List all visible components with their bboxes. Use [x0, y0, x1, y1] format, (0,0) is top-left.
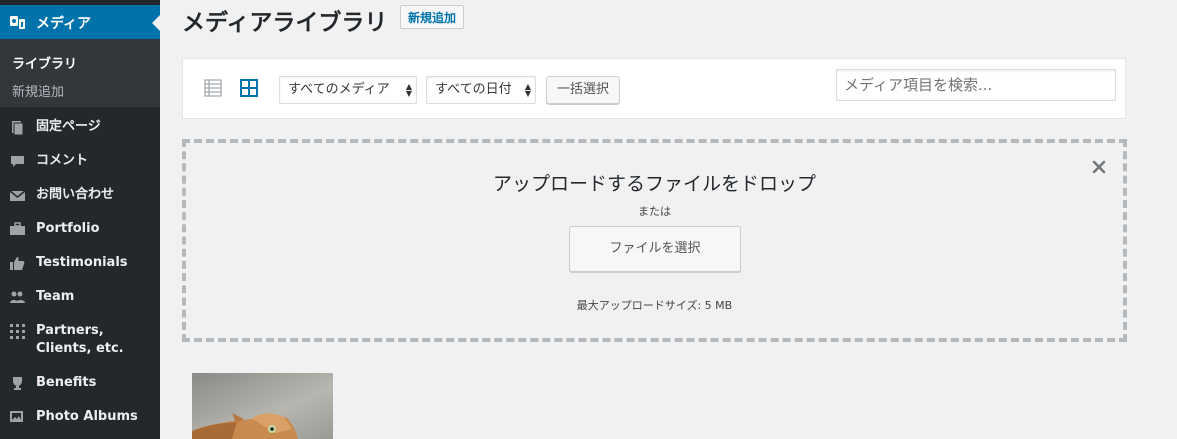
- media-thumbnail[interactable]: [192, 373, 333, 439]
- admin-sidebar: メディア ライブラリ 新規追加 固定ページ コメント お問い合わせ Portfo…: [0, 0, 160, 439]
- sidebar-item-label: Benefits: [36, 375, 97, 390]
- sidebar-item-label: Testimonials: [36, 255, 128, 270]
- images-icon: [10, 411, 23, 422]
- people-icon: [10, 291, 25, 303]
- page-icon: [12, 121, 24, 135]
- select-files-button[interactable]: ファイルを選択: [569, 226, 741, 272]
- media-search-input[interactable]: [836, 69, 1116, 101]
- cat-photo-thumbnail: [192, 373, 333, 439]
- date-filter[interactable]: すべての日付 ▲ ▼: [426, 76, 536, 104]
- sidebar-item-label: メディア: [36, 16, 92, 32]
- bulk-select-button[interactable]: 一括選択: [546, 76, 621, 104]
- sidebar-item-photo-albums[interactable]: Photo Albums: [0, 402, 160, 432]
- dropzone-or-text: または: [638, 205, 671, 218]
- grid-view-icon[interactable]: [240, 79, 258, 97]
- media-type-filter-value: すべてのメディア: [288, 82, 390, 97]
- sidebar-item-label: コメント: [36, 153, 89, 168]
- media-toolbar: すべてのメディア ▲ ▼ すべての日付 ▲ ▼ 一括選択: [182, 58, 1126, 119]
- sidebar-item-pages[interactable]: 固定ページ: [0, 112, 160, 142]
- grid-icon: [10, 324, 25, 339]
- submenu-add-new[interactable]: 新規追加: [12, 81, 64, 100]
- max-upload-size: 最大アップロードサイズ: 5 MB: [576, 299, 733, 312]
- mail-icon: [10, 190, 25, 201]
- sidebar-item-benefits[interactable]: Benefits: [0, 368, 160, 398]
- date-filter-value: すべての日付: [435, 82, 512, 97]
- thumbs-up-icon: [10, 257, 25, 270]
- sidebar-item-portfolio[interactable]: Portfolio: [0, 214, 160, 244]
- comment-icon: [11, 156, 24, 167]
- media-icon: [10, 16, 25, 29]
- dropzone-title: アップロードするファイルをドロップ: [492, 173, 816, 195]
- sidebar-item-label: Portfolio: [36, 221, 100, 236]
- upload-dropzone[interactable]: アップロードするファイルをドロップ または ファイルを選択 最大アップロードサイ…: [182, 139, 1127, 342]
- add-new-button[interactable]: 新規追加: [400, 5, 465, 29]
- media-type-filter[interactable]: すべてのメディア ▲ ▼: [279, 76, 417, 104]
- sidebar-item-label: Team: [36, 289, 75, 304]
- sidebar-item-media[interactable]: メディア: [0, 5, 160, 39]
- select-arrows-icon: ▲ ▼: [405, 82, 412, 98]
- page-title: メディアライブラリ: [182, 10, 388, 36]
- sidebar-item-label: お問い合わせ: [36, 187, 115, 202]
- select-arrows-icon: ▲ ▼: [524, 82, 531, 98]
- sidebar-item-team[interactable]: Team: [0, 282, 160, 312]
- sidebar-item-label: 固定ページ: [36, 119, 101, 134]
- submenu-library[interactable]: ライブラリ: [12, 53, 77, 72]
- media-submenu: ライブラリ 新規追加: [0, 39, 160, 107]
- sidebar-item-testimonials[interactable]: Testimonials: [0, 248, 160, 278]
- briefcase-icon: [10, 222, 25, 235]
- sidebar-item-contact[interactable]: お問い合わせ: [0, 180, 160, 210]
- trophy-icon: [13, 377, 22, 390]
- sidebar-item-comments[interactable]: コメント: [0, 146, 160, 176]
- sidebar-item-partners[interactable]: Partners, Clients, etc.: [0, 316, 160, 364]
- sidebar-item-label: Photo Albums: [36, 409, 138, 424]
- sidebar-item-label: Partners, Clients, etc.: [36, 323, 124, 356]
- list-view-icon[interactable]: [204, 79, 222, 97]
